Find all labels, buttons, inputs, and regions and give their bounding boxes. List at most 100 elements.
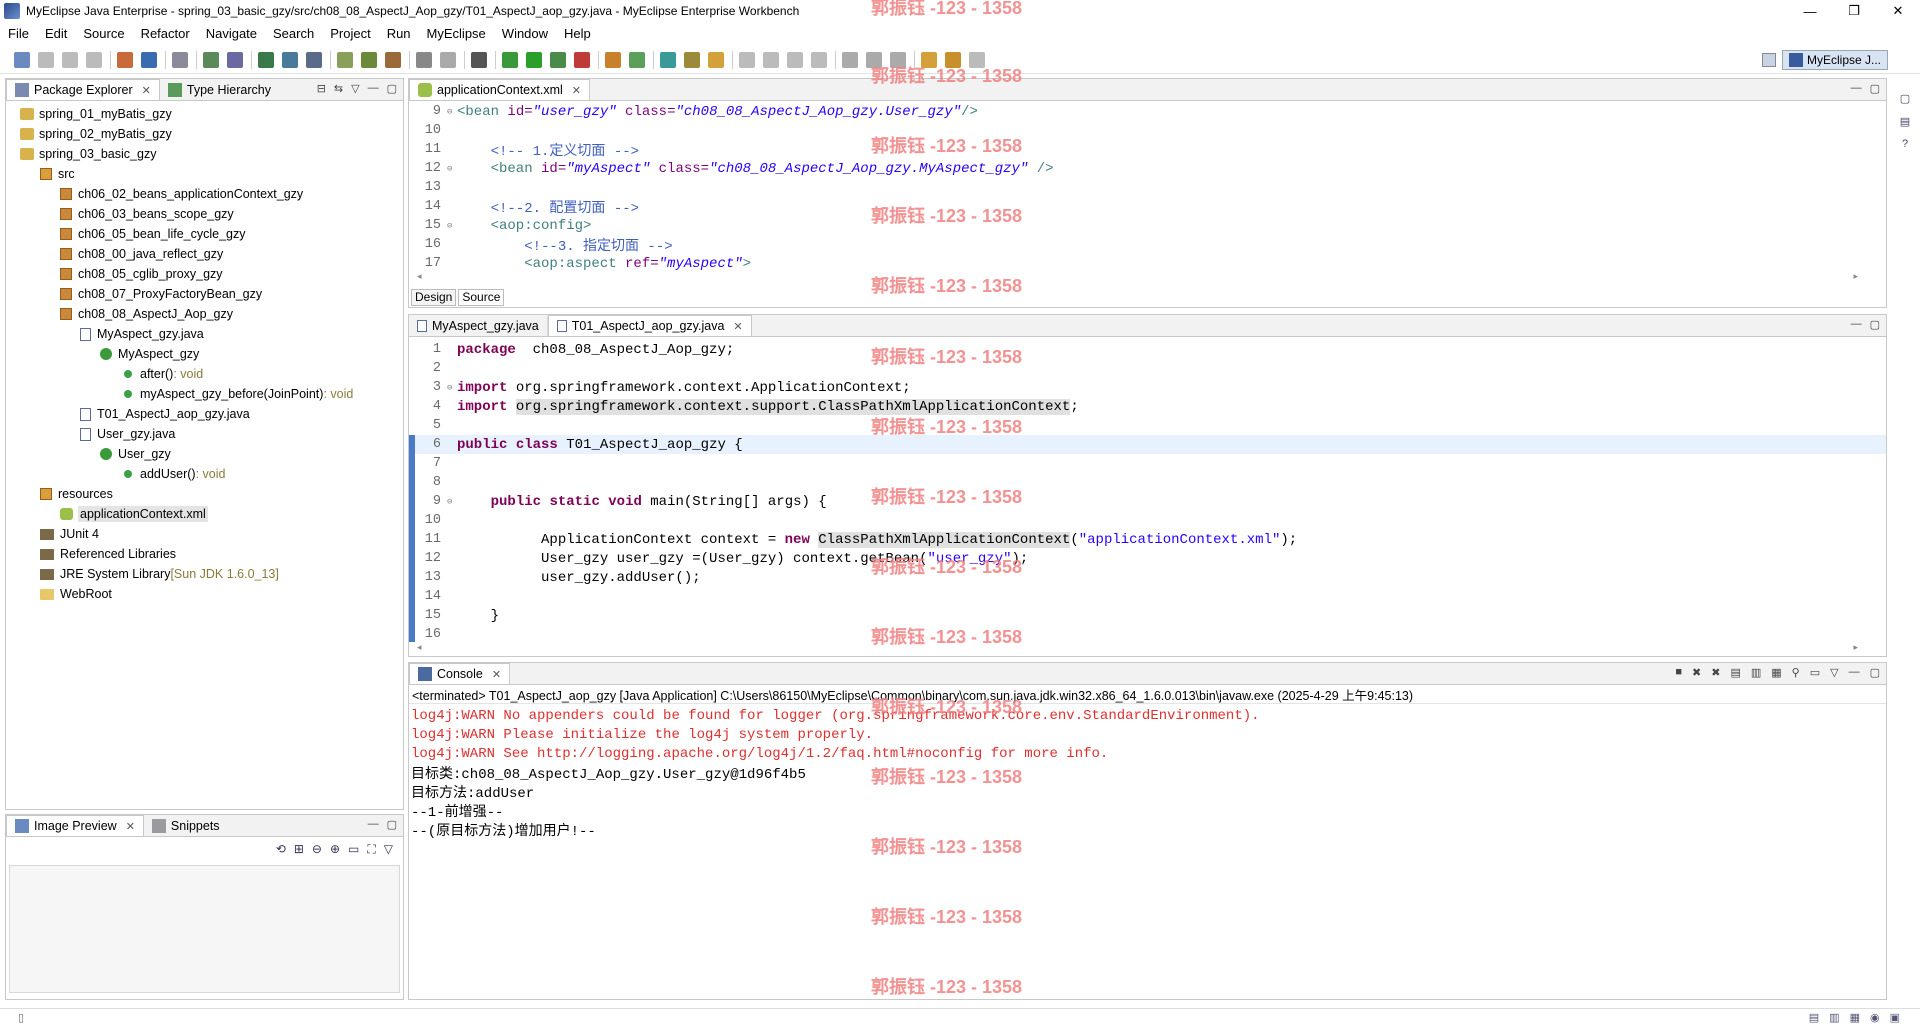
minimize-button[interactable]: —	[1788, 0, 1832, 22]
tray-icon[interactable]: ▤	[1809, 1011, 1819, 1024]
tab-myaspect-java[interactable]: MyAspect_gzy.java	[409, 316, 548, 336]
remove-all-icon[interactable]: ✖	[1711, 666, 1720, 679]
tab-application-context-xml[interactable]: applicationContext.xml ✕	[409, 79, 590, 100]
open-console-icon[interactable]: ▽	[1830, 666, 1838, 679]
fit-icon[interactable]: ⊞	[294, 842, 304, 856]
maximize-view-icon[interactable]: ▢	[387, 818, 397, 831]
tree-item[interactable]: T01_AspectJ_aop_gzy.java	[6, 404, 403, 424]
open-perspective-icon[interactable]	[1761, 53, 1776, 67]
menu-item-run[interactable]: Run	[379, 26, 419, 41]
tree-item[interactable]: ch08_05_cglib_proxy_gzy	[6, 264, 403, 284]
maximize-view-icon[interactable]: ▢	[387, 82, 397, 95]
toolbar-tool-icon[interactable]	[763, 51, 779, 68]
menu-item-help[interactable]: Help	[556, 26, 599, 41]
display-console-icon[interactable]: ▭	[1810, 666, 1820, 679]
tree-item[interactable]: spring_03_basic_gzy	[6, 144, 403, 164]
tree-item[interactable]: ch06_03_beans_scope_gzy	[6, 204, 403, 224]
minimize-view-icon[interactable]: —	[1851, 82, 1862, 95]
terminate-icon[interactable]: ■	[1675, 666, 1682, 679]
console-output[interactable]: log4j:WARN No appenders could be found f…	[409, 704, 1886, 840]
toolbar-tool-icon[interactable]	[842, 51, 858, 68]
toolbar-tool-icon[interactable]	[574, 51, 590, 68]
menu-item-window[interactable]: Window	[494, 26, 556, 41]
toolbar-tool-icon[interactable]	[258, 51, 274, 68]
tree-item[interactable]: after() : void	[6, 364, 403, 384]
tab-design[interactable]: Design	[411, 288, 457, 306]
menu-item-search[interactable]: Search	[265, 26, 322, 41]
tree-item[interactable]: src	[6, 164, 403, 184]
toolbar-tool-icon[interactable]	[969, 51, 985, 68]
tree-item[interactable]: ch08_08_AspectJ_Aop_gzy	[6, 304, 403, 324]
tree-item[interactable]: spring_01_myBatis_gzy	[6, 104, 403, 124]
menu-item-edit[interactable]: Edit	[37, 26, 75, 41]
toolbar-tool-icon[interactable]	[471, 51, 487, 68]
tree-item[interactable]: WebRoot	[6, 584, 403, 604]
toolbar-tool-icon[interactable]	[14, 51, 30, 68]
tray-icon[interactable]: ▣	[1890, 1011, 1900, 1024]
tab-t01-aspectj-java[interactable]: T01_AspectJ_aop_gzy.java ✕	[547, 315, 752, 336]
toolbar-tool-icon[interactable]	[62, 51, 78, 68]
toolbar-tool-icon[interactable]	[739, 51, 755, 68]
tab-console[interactable]: Console ✕	[409, 663, 511, 684]
menu-item-refactor[interactable]: Refactor	[133, 26, 198, 41]
tree-item[interactable]: ch08_00_java_reflect_gzy	[6, 244, 403, 264]
tree-item[interactable]: resources	[6, 484, 403, 504]
tree-item[interactable]: MyAspect_gzy.java	[6, 324, 403, 344]
tree-item[interactable]: ch06_02_beans_applicationContext_gzy	[6, 184, 403, 204]
toolbar-tool-icon[interactable]	[866, 51, 882, 68]
tray-icon[interactable]: ▥	[1829, 1011, 1839, 1024]
refresh-icon[interactable]: ⟲	[276, 842, 286, 856]
zoom-in-icon[interactable]: ⊕	[330, 842, 340, 856]
word-wrap-icon[interactable]: ▦	[1771, 666, 1781, 679]
tree-item[interactable]: addUser() : void	[6, 464, 403, 484]
xml-horizontal-scrollbar[interactable]: ◂ ▸	[417, 271, 1858, 283]
toolbar-tool-icon[interactable]	[945, 51, 961, 68]
menu-item-navigate[interactable]: Navigate	[198, 26, 265, 41]
toolbar-tool-icon[interactable]	[526, 51, 542, 68]
tree-item[interactable]: applicationContext.xml	[6, 504, 403, 524]
toolbar-tool-icon[interactable]	[38, 51, 54, 68]
java-code-area[interactable]: 1 package ch08_08_AspectJ_Aop_gzy; 2 3 ⊖ impo…	[409, 340, 1886, 642]
scroll-lock-icon[interactable]: ▥	[1751, 666, 1761, 679]
java-horizontal-scrollbar[interactable]: ◂ ▸	[417, 642, 1858, 654]
toolbar-tool-icon[interactable]	[629, 51, 645, 68]
tray-icon[interactable]: ▦	[1850, 1011, 1860, 1024]
maximize-view-icon[interactable]: ▢	[1870, 82, 1880, 95]
toolbar-tool-icon[interactable]	[385, 51, 401, 68]
tree-item[interactable]: myAspect_gzy_before(JoinPoint) : void	[6, 384, 403, 404]
link-editor-icon[interactable]: ⇆	[334, 82, 343, 95]
toolbar-tool-icon[interactable]	[550, 51, 566, 68]
menu-item-project[interactable]: Project	[322, 26, 378, 41]
toolbar-tool-icon[interactable]	[440, 51, 456, 68]
perspective-myeclipse-button[interactable]: MyEclipse J...	[1781, 50, 1888, 70]
tree-item[interactable]: ch06_05_bean_life_cycle_gzy	[6, 224, 403, 244]
minimize-view-icon[interactable]: —	[1851, 318, 1862, 331]
tree-item[interactable]: MyAspect_gzy	[6, 344, 403, 364]
minimize-view-icon[interactable]: —	[368, 82, 379, 95]
close-icon[interactable]: ✕	[142, 84, 151, 97]
toolbar-tool-icon[interactable]	[684, 51, 700, 68]
tree-item[interactable]: User_gzy	[6, 444, 403, 464]
tree-item[interactable]: ch08_07_ProxyFactoryBean_gzy	[6, 284, 403, 304]
help-icon[interactable]: ?	[1902, 138, 1908, 150]
close-icon[interactable]: ✕	[492, 668, 501, 681]
toolbar-tool-icon[interactable]	[203, 51, 219, 68]
view-menu-icon[interactable]: ▽	[384, 842, 393, 856]
toolbar-tool-icon[interactable]	[502, 51, 518, 68]
minimize-view-icon[interactable]: —	[368, 818, 379, 831]
tab-image-preview[interactable]: Image Preview ✕	[6, 815, 144, 836]
zoom-out-icon[interactable]: ⊖	[312, 842, 322, 856]
toolbar-tool-icon[interactable]	[282, 51, 298, 68]
close-icon[interactable]: ✕	[572, 84, 581, 97]
tree-item[interactable]: JUnit 4	[6, 524, 403, 544]
toolbar-tool-icon[interactable]	[921, 51, 937, 68]
tray-icon[interactable]: ◉	[1870, 1011, 1880, 1024]
toolbar-tool-icon[interactable]	[337, 51, 353, 68]
toolbar-tool-icon[interactable]	[811, 51, 827, 68]
clear-console-icon[interactable]: ▤	[1730, 666, 1740, 679]
toolbar-tool-icon[interactable]	[416, 51, 432, 68]
toolbar-tool-icon[interactable]	[227, 51, 243, 68]
toolbar-tool-icon[interactable]	[117, 51, 133, 68]
toolbar-tool-icon[interactable]	[660, 51, 676, 68]
close-button[interactable]: ✕	[1876, 0, 1920, 22]
